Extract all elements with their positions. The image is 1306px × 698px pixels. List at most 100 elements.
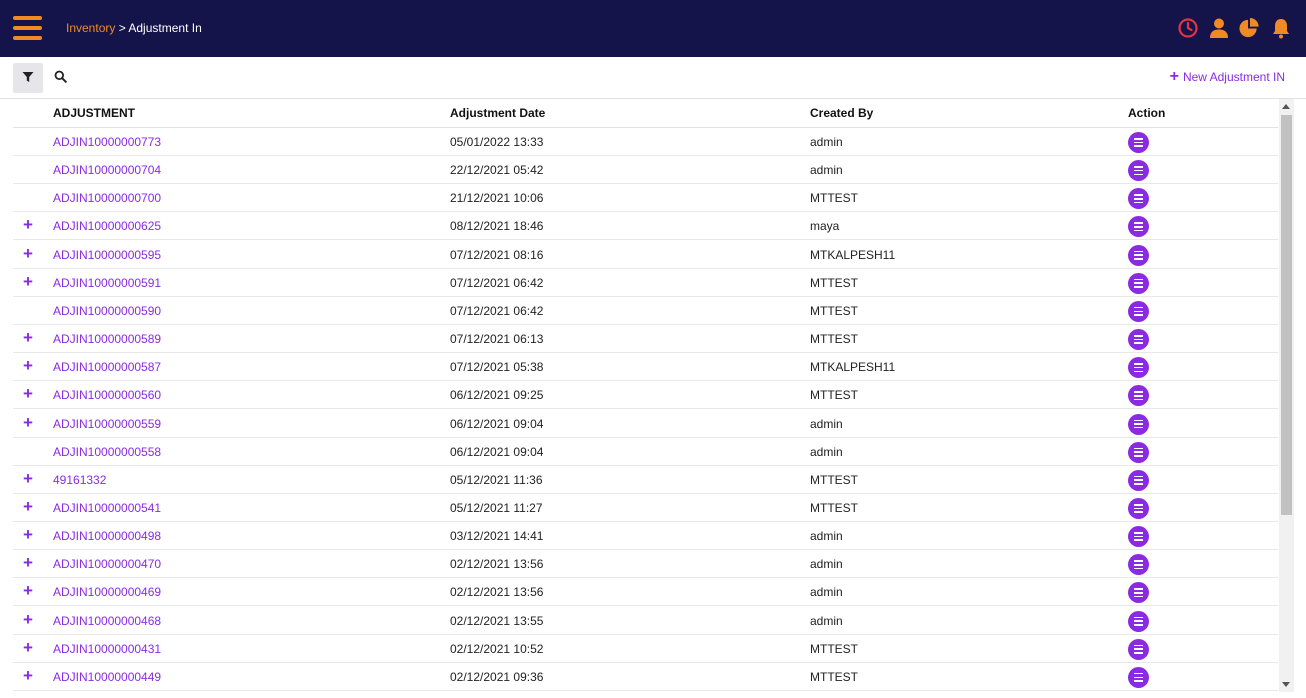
adjustment-link[interactable]: ADJIN10000000589 bbox=[53, 332, 161, 346]
scroll-thumb[interactable] bbox=[1281, 115, 1292, 515]
row-action-menu-icon[interactable] bbox=[1128, 554, 1149, 576]
row-action-menu-icon[interactable] bbox=[1128, 497, 1149, 519]
column-header-date[interactable]: Adjustment Date bbox=[450, 106, 545, 120]
expand-row-icon[interactable]: + bbox=[23, 216, 35, 234]
bell-icon[interactable] bbox=[1269, 16, 1292, 40]
adjustment-date: 02/12/2021 13:56 bbox=[450, 557, 544, 572]
row-action-menu-icon[interactable] bbox=[1128, 272, 1149, 294]
adjustment-link[interactable]: ADJIN10000000773 bbox=[53, 135, 161, 149]
breadcrumb-inventory-link[interactable]: Inventory bbox=[66, 21, 115, 35]
created-by: admin bbox=[810, 529, 843, 544]
table-row: + ADJIN10000000468 02/12/2021 13:55 admin bbox=[13, 607, 1278, 635]
hamburger-icon[interactable] bbox=[13, 14, 42, 42]
row-action-menu-icon[interactable] bbox=[1128, 160, 1149, 182]
vertical-scrollbar[interactable] bbox=[1279, 99, 1294, 692]
table-row: + ADJIN10000000625 08/12/2021 18:46 maya bbox=[13, 212, 1278, 241]
adjustment-link[interactable]: ADJIN10000000558 bbox=[53, 445, 161, 459]
row-action-menu-icon[interactable] bbox=[1128, 188, 1149, 210]
row-action-menu-icon[interactable] bbox=[1128, 329, 1149, 351]
adjustment-date: 07/12/2021 06:13 bbox=[450, 332, 544, 347]
table-row: ADJIN10000000773 05/01/2022 13:33 admin bbox=[13, 128, 1278, 156]
table-row: + ADJIN10000000559 06/12/2021 09:04 admin bbox=[13, 410, 1278, 438]
adjustment-date: 07/12/2021 08:16 bbox=[450, 247, 544, 262]
search-icon bbox=[54, 70, 67, 86]
row-action-menu-icon[interactable] bbox=[1128, 638, 1149, 660]
created-by: MTTEST bbox=[810, 275, 858, 290]
adjustment-link[interactable]: ADJIN10000000700 bbox=[53, 191, 161, 205]
column-header-action: Action bbox=[1128, 106, 1166, 120]
user-icon[interactable] bbox=[1207, 16, 1230, 40]
adjustment-link[interactable]: ADJIN10000000468 bbox=[53, 614, 161, 628]
pie-chart-icon[interactable] bbox=[1238, 16, 1261, 40]
row-action-menu-icon[interactable] bbox=[1128, 469, 1149, 491]
table-row: + ADJIN10000000587 07/12/2021 05:38 MTKALPE… bbox=[13, 353, 1278, 382]
expand-row-icon[interactable]: + bbox=[23, 526, 35, 544]
adjustment-link[interactable]: ADJIN10000000541 bbox=[53, 501, 161, 515]
expand-row-icon[interactable]: + bbox=[23, 413, 35, 432]
created-by: maya bbox=[810, 219, 840, 234]
created-by: MTTEST bbox=[810, 332, 858, 347]
scroll-down-icon[interactable] bbox=[1282, 682, 1290, 687]
expand-row-icon[interactable]: + bbox=[23, 638, 35, 657]
adjustment-link[interactable]: ADJIN10000000498 bbox=[53, 529, 161, 543]
expand-row-icon[interactable]: + bbox=[23, 385, 35, 403]
search-button[interactable] bbox=[45, 63, 75, 93]
adjustment-link[interactable]: 49161332 bbox=[53, 473, 106, 487]
table-toolbar: + New Adjustment IN bbox=[0, 57, 1306, 99]
adjustment-date: 05/01/2022 13:33 bbox=[450, 135, 544, 149]
row-action-menu-icon[interactable] bbox=[1128, 385, 1149, 407]
table-row: ADJIN10000000558 06/12/2021 09:04 admin bbox=[13, 438, 1278, 466]
adjustment-link[interactable]: ADJIN10000000625 bbox=[53, 219, 161, 233]
expand-row-icon[interactable]: + bbox=[23, 272, 35, 291]
adjustment-link[interactable]: ADJIN10000000587 bbox=[53, 360, 161, 374]
adjustment-link[interactable]: ADJIN10000000431 bbox=[53, 642, 161, 656]
expand-row-icon[interactable]: + bbox=[23, 610, 35, 629]
row-action-menu-icon[interactable] bbox=[1128, 413, 1149, 435]
created-by: MTKALPESH11 bbox=[810, 360, 896, 375]
row-action-menu-icon[interactable] bbox=[1128, 666, 1149, 688]
row-action-menu-icon[interactable] bbox=[1128, 244, 1149, 266]
adjustment-date: 06/12/2021 09:04 bbox=[450, 444, 544, 459]
created-by: MTTEST bbox=[810, 500, 858, 515]
column-header-created-by[interactable]: Created By bbox=[810, 106, 873, 120]
row-action-menu-icon[interactable] bbox=[1128, 132, 1149, 153]
expand-row-icon[interactable]: + bbox=[23, 582, 35, 600]
expand-row-icon[interactable]: + bbox=[23, 357, 35, 375]
row-action-menu-icon[interactable] bbox=[1128, 357, 1149, 379]
table-row: + ADJIN10000000469 02/12/2021 13:56 admin bbox=[13, 578, 1278, 607]
adjustment-link[interactable]: ADJIN10000000469 bbox=[53, 585, 161, 599]
adjustment-link[interactable]: ADJIN10000000704 bbox=[53, 163, 161, 177]
created-by: admin bbox=[810, 135, 843, 149]
table-row: + ADJIN10000000560 06/12/2021 09:25 MTTEST bbox=[13, 381, 1278, 410]
expand-row-icon[interactable]: + bbox=[23, 329, 35, 347]
adjustment-link[interactable]: ADJIN10000000595 bbox=[53, 248, 161, 262]
adjustment-date: 03/12/2021 14:41 bbox=[450, 529, 544, 544]
adjustment-link[interactable]: ADJIN10000000560 bbox=[53, 388, 161, 402]
expand-row-icon[interactable]: + bbox=[23, 497, 35, 516]
filter-button[interactable] bbox=[13, 63, 43, 93]
row-action-menu-icon[interactable] bbox=[1128, 610, 1149, 632]
created-by: MTKALPESH11 bbox=[810, 247, 896, 262]
adjustment-link[interactable]: ADJIN10000000559 bbox=[53, 417, 161, 431]
row-action-menu-icon[interactable] bbox=[1128, 526, 1149, 548]
adjustment-link[interactable]: ADJIN10000000591 bbox=[53, 276, 161, 290]
row-action-menu-icon[interactable] bbox=[1128, 582, 1149, 604]
adjustment-date: 07/12/2021 05:38 bbox=[450, 360, 544, 375]
table-row: +49161332 05/12/2021 11:36 MTTEST bbox=[13, 466, 1278, 494]
created-by: MTTEST bbox=[810, 641, 858, 656]
new-adjustment-button[interactable]: + New Adjustment IN bbox=[1170, 69, 1285, 85]
scroll-up-icon[interactable] bbox=[1282, 104, 1290, 109]
row-action-menu-icon[interactable] bbox=[1128, 441, 1149, 463]
row-action-menu-icon[interactable] bbox=[1128, 216, 1149, 238]
expand-row-icon[interactable]: + bbox=[23, 469, 35, 488]
created-by: admin bbox=[810, 416, 843, 431]
expand-row-icon[interactable]: + bbox=[23, 666, 35, 685]
expand-row-icon[interactable]: + bbox=[23, 554, 35, 572]
clock-icon[interactable] bbox=[1176, 16, 1199, 40]
row-action-menu-icon[interactable] bbox=[1128, 300, 1149, 322]
adjustment-link[interactable]: ADJIN10000000470 bbox=[53, 557, 161, 571]
adjustment-link[interactable]: ADJIN10000000449 bbox=[53, 670, 161, 684]
expand-row-icon[interactable]: + bbox=[23, 244, 35, 263]
adjustment-link[interactable]: ADJIN10000000590 bbox=[53, 304, 161, 318]
column-header-adjustment[interactable]: ADJUSTMENT bbox=[53, 106, 135, 120]
